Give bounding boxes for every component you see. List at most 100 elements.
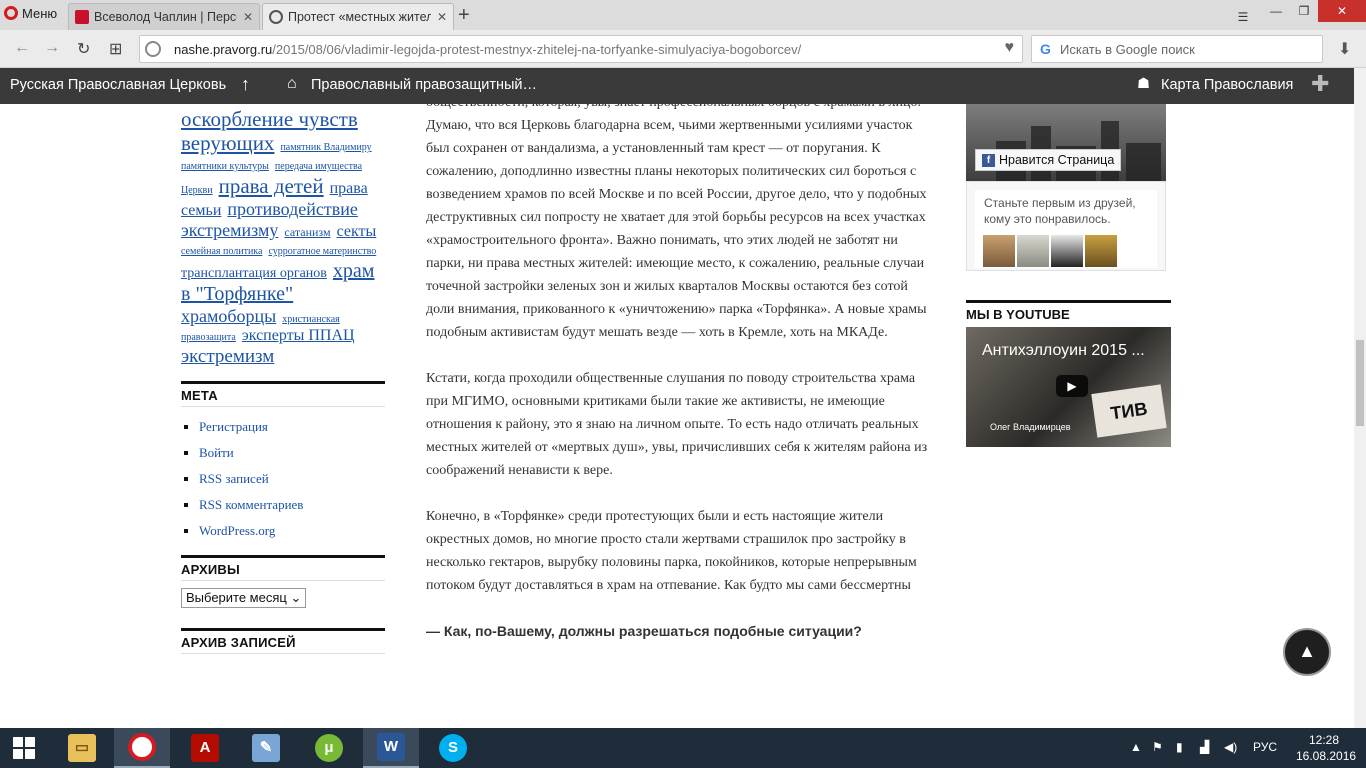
friend-avatars <box>983 235 1117 267</box>
avatar[interactable] <box>1017 235 1049 267</box>
archive-records-title: АРХИВ ЗАПИСЕЙ <box>181 628 385 655</box>
tab-chaplin[interactable]: Всеволод Чаплин | Персо ✕ <box>68 3 260 30</box>
bookmark-map[interactable]: Карта Православия <box>1161 77 1293 93</box>
volume-icon[interactable]: ◀) <box>1224 740 1237 754</box>
tag-link[interactable]: экстремизм <box>181 346 274 367</box>
meta-widget-title: МЕТА <box>181 381 385 408</box>
skype-icon: S <box>439 734 467 762</box>
avatar[interactable] <box>1085 235 1117 267</box>
meta-link-rss-comments[interactable]: RSS комментариев <box>199 497 303 512</box>
tag-link[interactable]: семейная политика <box>181 246 262 257</box>
facebook-page-cover[interactable]: f Нравится Страница <box>966 104 1166 181</box>
restore-icon[interactable]: ❐ <box>1290 0 1318 22</box>
minimize-icon[interactable]: — <box>1262 0 1290 22</box>
tag-link[interactable]: трансплантация органов <box>181 266 327 281</box>
start-button[interactable] <box>0 728 48 768</box>
tag-link[interactable]: памятник Владимиру <box>280 142 371 153</box>
meta-link-register[interactable]: Регистрация <box>199 419 268 434</box>
taskbar-utorrent[interactable]: μ <box>301 728 357 768</box>
download-icon[interactable]: ⬇ <box>1338 39 1351 59</box>
tag-link[interactable]: секты <box>337 223 377 240</box>
avatar[interactable] <box>1051 235 1083 267</box>
close-window-icon[interactable]: ✕ <box>1318 0 1366 22</box>
opera-icon <box>128 733 156 761</box>
bookmark-rpc[interactable]: Русская Православная Церковь <box>10 77 226 93</box>
home-icon[interactable]: ⌂ <box>287 75 297 93</box>
taskbar-paint[interactable]: ✎ <box>238 728 294 768</box>
video-title[interactable]: Антихэллоуин 2015 ... <box>982 342 1145 360</box>
close-tab-icon[interactable]: ✕ <box>243 10 253 24</box>
taskbar-skype[interactable]: S <box>425 728 481 768</box>
address-bar[interactable]: nashe.pravorg.ru/2015/08/06/vladimir-leg… <box>139 35 1023 63</box>
tab-title: Всеволод Чаплин | Персо <box>94 10 237 24</box>
signal-icon[interactable]: ▟ <box>1200 740 1209 754</box>
youtube-widget-title: МЫ В YOUTUBE <box>966 300 1171 327</box>
up-arrow-icon[interactable]: ↑ <box>241 74 250 95</box>
scrollbar-thumb[interactable] <box>1356 340 1364 426</box>
word-icon: W <box>377 733 405 761</box>
page-scrollbar[interactable] <box>1354 68 1366 728</box>
archive-month-select[interactable]: Выберите месяц ⌄ <box>181 588 307 609</box>
right-sidebar: f Нравится Страница Станьте первым из др… <box>966 104 1171 447</box>
archives-widget-title: АРХИВЫ <box>181 555 385 582</box>
flag-icon[interactable]: ⚑ <box>1152 740 1163 754</box>
video-caption: Олег Владимирцев <box>990 422 1071 432</box>
paint-palette-icon: ✎ <box>252 734 280 762</box>
security-icon[interactable] <box>145 41 161 57</box>
battery-icon[interactable]: ▮ <box>1176 740 1183 754</box>
clock-time: 12:28 <box>1308 733 1340 747</box>
list-item: Войти <box>199 445 385 471</box>
left-sidebar: оскорбление чувств верующих памятник Вла… <box>181 104 385 655</box>
back-icon[interactable]: ← <box>14 39 30 57</box>
search-placeholder: Искать в Google поиск <box>1060 42 1195 57</box>
facebook-like-page-button[interactable]: f Нравится Страница <box>975 149 1122 171</box>
new-tab-icon[interactable]: + <box>458 4 470 27</box>
tag-link[interactable]: права детей <box>219 174 324 198</box>
taskbar-explorer[interactable]: ▭ <box>54 728 110 768</box>
taskbar-opera[interactable] <box>114 728 170 768</box>
tray-chevron-icon[interactable]: ▲ <box>1130 740 1142 754</box>
map-icon[interactable]: ☗ <box>1137 76 1150 92</box>
taskbar-word[interactable]: W <box>363 728 419 768</box>
list-item: RSS комментариев <box>199 497 385 523</box>
forward-icon[interactable]: → <box>44 39 60 57</box>
tag-fragment <box>181 104 353 105</box>
meta-link-login[interactable]: Войти <box>199 445 234 460</box>
tab-protest[interactable]: Протест «местных жителе ✕ <box>262 3 454 30</box>
avatar[interactable] <box>983 235 1015 267</box>
list-item: Регистрация <box>199 419 385 445</box>
opera-menu-button[interactable]: Меню <box>0 0 62 26</box>
tag-link[interactable]: храмоборцы <box>181 306 276 326</box>
close-tab-icon[interactable]: ✕ <box>437 10 447 24</box>
back-to-top-button[interactable]: ▲ <box>1283 628 1331 676</box>
meta-link-wordpress[interactable]: WordPress.org <box>199 523 275 538</box>
acrobat-icon: A <box>191 734 219 762</box>
tag-cloud: оскорбление чувств верующих памятник Вла… <box>181 104 385 367</box>
reload-icon[interactable]: ↻ <box>77 39 90 59</box>
url-text[interactable]: nashe.pravorg.ru/2015/08/06/vladimir-leg… <box>174 42 801 57</box>
clock[interactable]: 12:28 16.08.2016 <box>1296 732 1356 764</box>
tab-menu-icon[interactable]: ☰ <box>1232 6 1254 28</box>
bookmark-ppac[interactable]: Православный правозащитный… <box>311 77 537 93</box>
taskbar-acrobat[interactable]: A <box>177 728 233 768</box>
search-field[interactable]: G Искать в Google поиск <box>1031 35 1323 63</box>
utorrent-icon: μ <box>315 734 343 762</box>
browser-chrome: Меню Всеволод Чаплин | Персо ✕ Протест «… <box>0 0 1366 68</box>
google-icon: G <box>1040 41 1051 57</box>
tag-link[interactable]: суррогатное материнство <box>268 246 376 257</box>
like-label: Нравится Страница <box>999 153 1115 167</box>
language-indicator[interactable]: РУС <box>1253 740 1277 754</box>
plus-cross-icon[interactable]: ✚ <box>1311 71 1329 97</box>
meta-link-rss-posts[interactable]: RSS записей <box>199 471 269 486</box>
tag-link[interactable]: эксперты ППАЦ <box>242 327 355 344</box>
facebook-friends-box: Станьте первым из друзей, кому это понра… <box>966 181 1166 271</box>
tag-link[interactable]: сатанизм <box>284 225 330 239</box>
tag-link[interactable]: памятники культуры <box>181 161 269 172</box>
speed-dial-icon[interactable]: ⊞ <box>109 39 122 59</box>
windows-taskbar: ▭ A ✎ μ W S ▲ ⚑ ▮ ▟ ◀) РУС 12:28 16.08.2… <box>0 728 1366 768</box>
bookmark-heart-icon[interactable]: ♥ <box>1005 39 1015 57</box>
folder-icon: ▭ <box>68 734 96 762</box>
youtube-video-thumbnail[interactable]: Антихэллоуин 2015 ... ТИВ ▶ Олег Владими… <box>966 327 1171 447</box>
play-icon[interactable]: ▶ <box>1056 375 1088 397</box>
page-content: оскорбление чувств верующих памятник Вла… <box>0 104 1354 728</box>
